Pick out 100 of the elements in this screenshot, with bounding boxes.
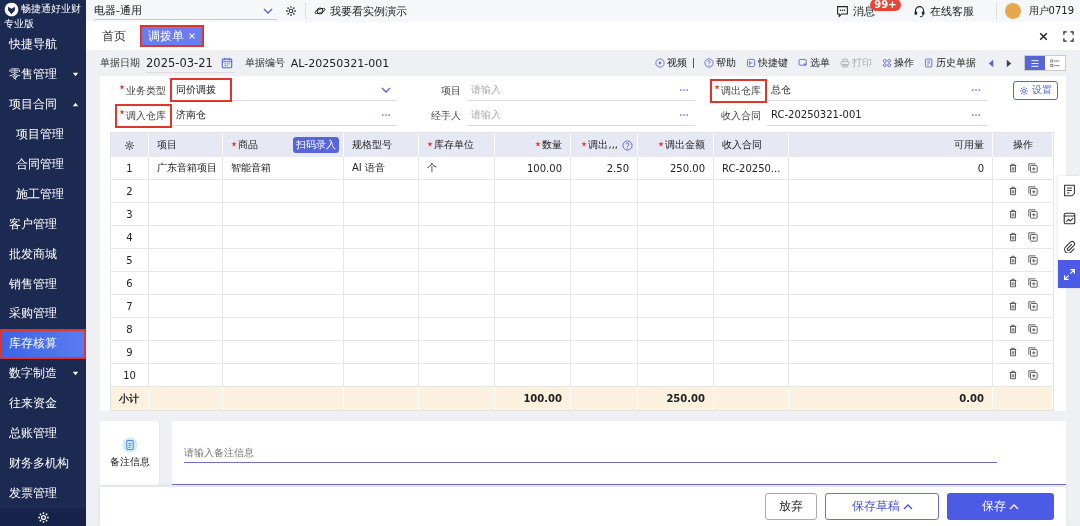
toolbar-button[interactable]: 快捷键 (746, 56, 788, 70)
sidebar-item[interactable]: 采购管理 (0, 299, 86, 329)
row-number: 4 (111, 226, 149, 248)
copy-icon[interactable] (1028, 209, 1038, 219)
table-cell: 2.50 (571, 157, 638, 179)
table-cell: 广东音箱项目 (149, 157, 223, 179)
lookup-field[interactable]: 济南仓 (172, 105, 397, 126)
trash-icon[interactable] (1008, 209, 1018, 219)
column-header: 规格型号 (352, 138, 392, 152)
notes-label: 备注信息 (109, 456, 150, 469)
chevron-down-icon (381, 85, 391, 95)
sidebar-item[interactable]: 快捷导航 (0, 30, 86, 60)
trash-icon[interactable] (1008, 347, 1018, 357)
date-field[interactable]: 2025-03-21 (146, 53, 235, 73)
sidebar-item[interactable]: 总账管理 (0, 418, 86, 449)
subtotal-label: 小计 (111, 387, 149, 410)
toolbar-button[interactable]: 视频 (655, 56, 687, 70)
sidebar-item[interactable]: 项目合同 (0, 89, 86, 120)
tab[interactable]: 首页 (94, 25, 134, 47)
sidebar-subitem[interactable]: 施工管理 (0, 179, 86, 210)
field-label: 单据日期 (100, 56, 140, 70)
scan-entry-button[interactable]: 扫码录入 (293, 137, 339, 153)
table-cell: 250.00 (638, 157, 714, 179)
sidebar-item[interactable]: 往来资金 (0, 388, 86, 419)
close-icon[interactable] (1038, 30, 1049, 42)
field-label: 业务类型 (117, 80, 170, 101)
notes-field[interactable]: 请输入备注信息 (172, 421, 1066, 485)
more-icon (971, 113, 981, 117)
trash-icon[interactable] (1008, 370, 1018, 380)
trash-icon[interactable] (1008, 301, 1018, 311)
memo-icon (121, 437, 138, 453)
expand-icon (1062, 267, 1076, 281)
notes-input[interactable]: 请输入备注信息 (184, 442, 997, 463)
toolbar-button[interactable]: 选单 (798, 56, 830, 70)
trash-icon[interactable] (1008, 324, 1018, 334)
field-label: 单据编号 (244, 56, 285, 70)
select-field[interactable]: 同价调拨 (172, 80, 397, 101)
row-number: 7 (111, 295, 149, 317)
sidebar-item[interactable]: 发票管理 (0, 478, 86, 509)
table-cell: AI 语音 (344, 157, 419, 179)
settings-icon[interactable] (285, 5, 297, 17)
sidebar-item[interactable]: 库存核算 (0, 328, 86, 359)
copy-icon[interactable] (1028, 232, 1038, 242)
settings-icon[interactable] (124, 139, 135, 151)
sidebar-item[interactable]: 客户管理 (0, 209, 86, 240)
required-icon (535, 141, 541, 147)
support-link[interactable]: 在线客服 (912, 3, 974, 19)
footer-button[interactable]: 保存 (947, 493, 1054, 520)
sidebar-item[interactable]: 数字制造 (0, 358, 86, 389)
toolbar-button[interactable]: 帮助 (704, 56, 736, 70)
sidebar-item[interactable]: 零售管理 (0, 59, 86, 90)
footer-button[interactable]: 保存草稿 (825, 493, 939, 520)
company-select[interactable]: 电器-通用 (94, 2, 277, 20)
sidebar-item[interactable]: 财务多机构 (0, 448, 86, 479)
trash-icon[interactable] (1008, 255, 1018, 265)
table-cell: 0 (789, 157, 993, 179)
column-header: 项目 (157, 138, 177, 152)
table-cell: 100.00 (495, 387, 571, 410)
row-number: 9 (111, 341, 149, 363)
view-toggle-button[interactable] (1025, 56, 1045, 70)
copy-icon[interactable] (1028, 370, 1038, 380)
footer-button[interactable]: 放弃 (765, 493, 817, 520)
copy-icon[interactable] (1028, 163, 1038, 173)
sidebar-item[interactable]: 批发商城 (0, 239, 86, 270)
copy-icon[interactable] (1028, 324, 1038, 334)
fullscreen-icon[interactable] (1063, 30, 1074, 42)
help-icon[interactable] (622, 139, 633, 151)
toolbar-button[interactable]: 操作 (882, 56, 914, 70)
column-header: 可用量 (954, 138, 984, 152)
list-icon (1030, 58, 1040, 68)
previous-icon[interactable] (988, 58, 994, 68)
copy-icon[interactable] (1028, 255, 1038, 265)
trash-icon[interactable] (1008, 232, 1018, 242)
trash-icon[interactable] (1008, 163, 1018, 173)
field-label: 收入合同 (720, 108, 762, 123)
view-toggle-button[interactable] (1045, 56, 1065, 70)
next-icon[interactable] (1006, 58, 1012, 68)
lookup-field[interactable]: RC-20250321-001 (767, 105, 987, 126)
sidebar-item[interactable]: 销售管理 (0, 269, 86, 299)
toolbar-button[interactable]: 历史单据 (924, 56, 976, 70)
sidebar-subitem[interactable]: 项目管理 (0, 119, 86, 150)
lookup-field[interactable]: 总仓 (767, 80, 987, 101)
user-name[interactable]: 用户0719 (1028, 4, 1074, 18)
trash-icon[interactable] (1008, 186, 1018, 196)
copy-icon[interactable] (1028, 301, 1038, 311)
calendar-icon (220, 56, 233, 69)
row-number: 3 (111, 203, 149, 225)
required-icon (658, 141, 664, 147)
copy-icon[interactable] (1028, 186, 1038, 196)
settings-button[interactable]: 设置 (1013, 81, 1058, 100)
row-number: 6 (111, 272, 149, 294)
demo-link[interactable]: 我要看实例演示 (314, 3, 407, 19)
trash-icon[interactable] (1008, 278, 1018, 288)
chart-icon (1062, 211, 1076, 225)
copy-icon[interactable] (1028, 347, 1038, 357)
sidebar-subitem[interactable]: 合同管理 (0, 149, 86, 180)
pointer-icon (798, 58, 808, 68)
copy-icon[interactable] (1028, 278, 1038, 288)
side-tool-button[interactable] (1058, 260, 1080, 288)
tab[interactable]: 调拨单 (140, 25, 204, 47)
